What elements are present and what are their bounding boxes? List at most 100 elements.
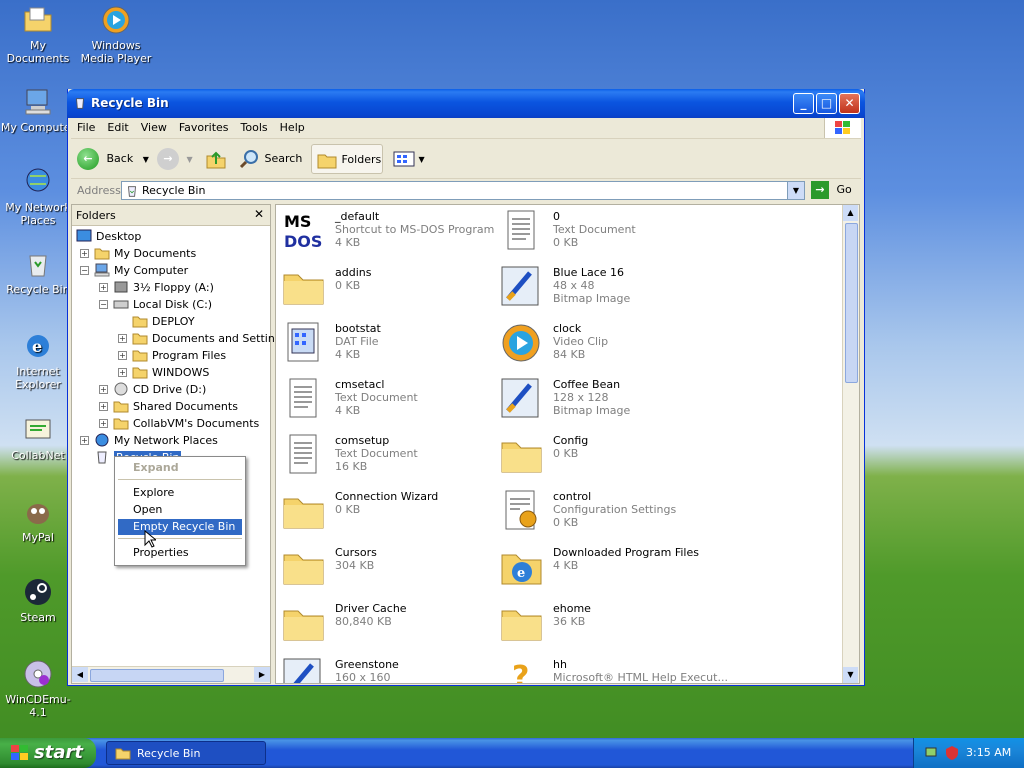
tree-item-documents-and-settings[interactable]: + Documents and Settings — [118, 330, 288, 347]
file-detail: 4 KB — [553, 559, 579, 572]
expand-plus-icon[interactable]: + — [80, 249, 89, 258]
expand-plus-icon[interactable]: + — [99, 385, 108, 394]
menu-tools[interactable]: Tools — [235, 118, 274, 138]
expand-plus-icon[interactable]: + — [99, 283, 108, 292]
folder-icon — [132, 367, 148, 379]
title-bar[interactable]: Recycle Bin _ □ ✕ — [67, 89, 865, 118]
menu-help[interactable]: Help — [274, 118, 311, 138]
file-item[interactable]: Blue Lace 16 48 x 48 Bitmap Image — [498, 263, 708, 313]
expand-plus-icon[interactable]: + — [80, 436, 89, 445]
desktop-icon-windows-media-player[interactable]: Windows Media Player — [78, 4, 154, 65]
desktop-icon-wincdemu[interactable]: WinCDEmu-4.1 — [0, 658, 76, 719]
expand-plus-icon[interactable]: + — [118, 368, 127, 377]
menu-favorites[interactable]: Favorites — [173, 118, 235, 138]
file-item[interactable]: bootstat DAT File 4 KB — [280, 319, 490, 369]
menu-item-open[interactable]: Open — [118, 502, 242, 518]
vertical-scrollbar[interactable]: ▲ ▼ — [842, 205, 859, 683]
file-item[interactable]: Connection Wizard 0 KB — [280, 487, 490, 537]
menu-file[interactable]: File — [71, 118, 101, 138]
security-shield-icon[interactable] — [944, 745, 960, 761]
scroll-up-arrow-icon[interactable]: ▲ — [843, 205, 858, 221]
go-button[interactable]: → Go — [811, 181, 857, 201]
desktop-icon-my-computer[interactable]: My Computer — [0, 86, 76, 134]
tree-item-cd-drive[interactable]: + CD Drive (D:) — [99, 381, 206, 398]
file-item[interactable]: clock Video Clip 84 KB — [498, 319, 708, 369]
tree-label: CD Drive (D:) — [133, 383, 207, 396]
up-button[interactable] — [205, 144, 231, 174]
desktop-icon-steam[interactable]: Steam — [0, 576, 76, 624]
folders-button[interactable]: Folders — [311, 144, 383, 174]
menu-edit[interactable]: Edit — [101, 118, 134, 138]
start-button[interactable]: start — [0, 738, 96, 768]
expand-plus-icon[interactable]: + — [99, 419, 108, 428]
expand-plus-icon[interactable]: + — [99, 402, 108, 411]
collapse-minus-icon[interactable]: − — [99, 300, 108, 309]
network-tray-icon[interactable] — [924, 745, 940, 761]
maximize-button[interactable]: □ — [816, 93, 837, 114]
file-item[interactable]: Greenstone 160 x 160 — [280, 655, 490, 683]
svg-text:DOS: DOS — [284, 232, 322, 251]
file-detail: 4 KB — [335, 348, 361, 361]
forward-button[interactable]: → ▼ — [157, 144, 197, 174]
menu-item-properties[interactable]: Properties — [118, 545, 242, 561]
address-dropdown-button[interactable]: ▼ — [787, 182, 804, 199]
menu-item-empty-recycle-bin[interactable]: Empty Recycle Bin — [118, 519, 242, 535]
views-button[interactable]: ▼ — [393, 144, 429, 174]
desktop-icon-my-documents[interactable]: My Documents — [0, 4, 76, 65]
file-item[interactable]: Driver Cache 80,840 KB — [280, 599, 490, 649]
tree-item-local-disk[interactable]: − Local Disk (C:) — [99, 296, 212, 313]
tree-item-shared-documents[interactable]: + Shared Documents — [99, 398, 238, 415]
close-button[interactable]: ✕ — [839, 93, 860, 114]
scroll-thumb[interactable] — [845, 223, 858, 383]
menu-item-explore[interactable]: Explore — [118, 485, 242, 501]
file-item[interactable]: ehome 36 KB — [498, 599, 708, 649]
tree-item-my-computer[interactable]: − My Computer — [80, 262, 188, 279]
search-button[interactable]: Search — [239, 144, 305, 174]
desktop-icon-my-network-places[interactable]: My Network Places — [0, 166, 76, 227]
file-item[interactable]: 0 Text Document 0 KB — [498, 207, 708, 257]
address-field[interactable]: Recycle Bin ▼ — [121, 181, 805, 200]
horizontal-scrollbar[interactable]: ◀ ▶ — [72, 666, 270, 683]
close-pane-icon[interactable]: ✕ — [254, 207, 264, 221]
scroll-left-arrow-icon[interactable]: ◀ — [72, 667, 88, 682]
taskbar-button-recycle-bin[interactable]: Recycle Bin — [106, 741, 266, 765]
expand-plus-icon[interactable]: + — [118, 334, 127, 343]
scroll-right-arrow-icon[interactable]: ▶ — [254, 667, 270, 682]
tree-item-my-documents[interactable]: + My Documents — [80, 245, 196, 262]
file-item[interactable]: ? hh Microsoft® HTML Help Execut... — [498, 655, 728, 683]
clock[interactable]: 3:15 AM — [966, 746, 1011, 759]
tree-item-collabvm-documents[interactable]: + CollabVM's Documents — [99, 415, 259, 432]
desktop-icon-mypal[interactable]: MyPal — [0, 496, 76, 544]
collabnet-icon — [25, 419, 51, 439]
file-item[interactable]: control Configuration Settings 0 KB — [498, 487, 708, 537]
scroll-down-arrow-icon[interactable]: ▼ — [843, 667, 858, 683]
desktop-icon-collabnet[interactable]: CollabNet — [0, 414, 76, 462]
file-item[interactable]: comsetup Text Document 16 KB — [280, 431, 490, 481]
desktop-icon-internet-explorer[interactable]: e Internet Explorer — [0, 330, 76, 391]
tree-item-floppy[interactable]: +3½ Floppy (A:) — [99, 279, 214, 296]
file-item[interactable]: addins 0 KB — [280, 263, 490, 313]
file-item[interactable]: cmsetacl Text Document 4 KB — [280, 375, 490, 425]
file-item[interactable]: MS DOS _default Shortcut to MS-DOS Program 4… — [280, 207, 494, 257]
collapse-minus-icon[interactable]: − — [80, 266, 89, 275]
scroll-thumb[interactable] — [90, 669, 224, 682]
tree-item-desktop[interactable]: Desktop — [76, 228, 141, 245]
file-detail: 128 x 128 — [553, 391, 609, 404]
tree-item-deploy[interactable]: DEPLOY — [132, 313, 195, 330]
menu-view[interactable]: View — [135, 118, 173, 138]
file-item[interactable]: Coffee Bean 128 x 128 Bitmap Image — [498, 375, 708, 425]
menu-item-expand[interactable]: Expand — [118, 460, 242, 476]
tree-item-program-files[interactable]: + Program Files — [118, 347, 226, 364]
svg-text:e: e — [517, 566, 525, 581]
search-icon — [239, 150, 258, 169]
file-item[interactable]: Config 0 KB — [498, 431, 708, 481]
tree-item-windows[interactable]: + WINDOWS — [118, 364, 209, 381]
expand-plus-icon[interactable]: + — [118, 351, 127, 360]
minimize-button[interactable]: _ — [793, 93, 814, 114]
file-item[interactable]: Cursors 304 KB — [280, 543, 490, 593]
back-button[interactable]: ← Back ▼ — [77, 144, 149, 174]
desktop-icon-recycle-bin[interactable]: Recycle Bin — [0, 248, 76, 296]
tree-item-my-network-places[interactable]: + My Network Places — [80, 432, 218, 449]
file-item[interactable]: e Downloaded Program Files 4 KB — [498, 543, 708, 593]
folder-icon — [115, 748, 131, 760]
